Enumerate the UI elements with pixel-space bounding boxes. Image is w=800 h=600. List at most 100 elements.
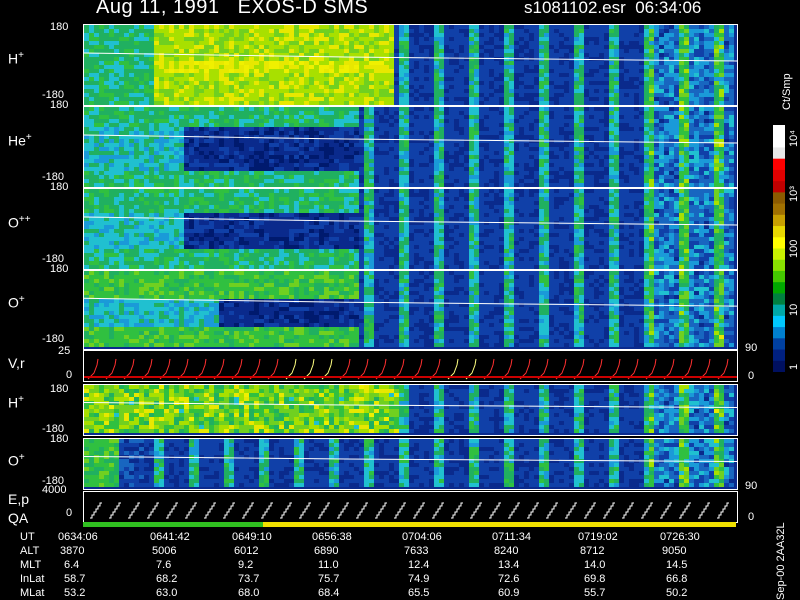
heatmap-cell xyxy=(494,97,499,101)
heatmap-cell xyxy=(549,53,554,57)
heatmap-cell xyxy=(154,49,159,53)
heatmap-cell xyxy=(454,25,459,29)
heatmap-cell xyxy=(474,159,479,163)
heatmap-cell xyxy=(219,147,224,151)
heatmap-cell xyxy=(599,73,604,77)
heatmap-cell xyxy=(239,171,244,175)
heatmap-cell xyxy=(469,171,474,175)
heatmap-cell xyxy=(259,49,264,53)
heatmap-cell xyxy=(244,115,249,119)
heatmap-cell xyxy=(554,81,559,85)
heatmap-cell xyxy=(454,143,459,147)
heatmap-cell xyxy=(209,123,214,127)
heatmap-cell xyxy=(139,171,144,175)
heatmap-cell xyxy=(384,127,389,131)
heatmap-cell xyxy=(294,93,299,97)
heatmap-cell xyxy=(349,159,354,163)
heatmap-cell xyxy=(169,45,174,49)
heatmap-cell xyxy=(249,115,254,119)
heatmap-cell xyxy=(389,89,394,93)
heatmap-cell xyxy=(339,119,344,123)
heatmap-cell xyxy=(654,167,659,171)
heatmap-cell xyxy=(449,159,454,163)
heatmap-cell xyxy=(284,107,289,111)
heatmap-cell xyxy=(349,101,354,105)
heatmap-cell xyxy=(519,175,524,179)
heatmap-cell xyxy=(604,175,609,179)
heatmap-cell xyxy=(124,49,129,53)
heatmap-cell xyxy=(484,77,489,81)
heatmap-cell xyxy=(679,101,684,105)
heatmap-cell xyxy=(339,155,344,159)
heatmap-cell xyxy=(359,179,364,183)
heatmap-cell xyxy=(674,69,679,73)
heatmap-cell xyxy=(614,61,619,65)
heatmap-cell xyxy=(584,163,589,167)
heatmap-cell xyxy=(454,49,459,53)
heatmap-cell xyxy=(224,147,229,151)
heatmap-cell xyxy=(94,119,99,123)
heatmap-cell xyxy=(614,101,619,105)
heatmap-cell xyxy=(424,61,429,65)
heatmap-cell xyxy=(204,61,209,65)
heatmap-cell xyxy=(419,25,424,29)
heatmap-cell xyxy=(229,57,234,61)
heatmap-cell xyxy=(424,77,429,81)
heatmap-cell xyxy=(164,167,169,171)
heatmap-cell xyxy=(539,115,544,119)
heatmap-cell xyxy=(424,81,429,85)
heatmap-cell xyxy=(524,171,529,175)
heatmap-cell xyxy=(344,25,349,29)
heatmap-cell xyxy=(389,127,394,131)
heatmap-cell xyxy=(404,33,409,37)
heatmap-cell xyxy=(209,97,214,101)
heatmap-cell xyxy=(559,61,564,65)
heatmap-cell xyxy=(149,147,154,151)
heatmap-cell xyxy=(289,171,294,175)
heatmap-cell xyxy=(379,135,384,139)
heatmap-cell xyxy=(614,123,619,127)
heatmap-cell xyxy=(549,119,554,123)
heatmap-cell xyxy=(374,41,379,45)
heatmap-cell xyxy=(519,85,524,89)
heatmap-cell xyxy=(354,159,359,163)
heatmap-cell xyxy=(249,89,254,93)
heatmap-cell xyxy=(354,69,359,73)
heatmap-cell xyxy=(174,69,179,73)
heatmap-cell xyxy=(669,115,674,119)
heatmap-cell xyxy=(564,123,569,127)
heatmap-cell xyxy=(419,77,424,81)
heatmap-cell xyxy=(549,65,554,69)
heatmap-cell xyxy=(479,139,484,143)
heatmap-cell xyxy=(559,171,564,175)
heatmap-cell xyxy=(104,155,109,159)
heatmap-cell xyxy=(174,97,179,101)
heatmap-cell xyxy=(129,107,134,111)
heatmap-cell xyxy=(184,175,189,179)
heatmap-cell xyxy=(589,143,594,147)
heatmap-cell xyxy=(624,45,629,49)
heatmap-cell xyxy=(454,57,459,61)
heatmap-cell xyxy=(649,89,654,93)
heatmap-cell xyxy=(239,93,244,97)
heatmap-cell xyxy=(664,147,669,151)
heatmap-cell xyxy=(234,143,239,147)
heatmap-cell xyxy=(464,37,469,41)
heatmap-cell xyxy=(149,139,154,143)
heatmap-cell xyxy=(654,183,659,187)
heatmap-cell xyxy=(94,175,99,179)
heatmap-cell xyxy=(684,29,689,33)
heatmap-cell xyxy=(154,89,159,93)
heatmap-cell xyxy=(444,127,449,131)
heatmap-cell xyxy=(584,49,589,53)
heatmap-cell xyxy=(219,101,224,105)
heatmap-cell xyxy=(609,49,614,53)
heatmap-cell xyxy=(479,183,484,187)
heatmap-cell xyxy=(619,37,624,41)
heatmap-cell xyxy=(249,183,254,187)
heatmap-cell xyxy=(119,37,124,41)
heatmap-cell xyxy=(354,147,359,151)
heatmap-cell xyxy=(609,89,614,93)
heatmap-cell xyxy=(484,119,489,123)
heatmap-cell xyxy=(134,107,139,111)
